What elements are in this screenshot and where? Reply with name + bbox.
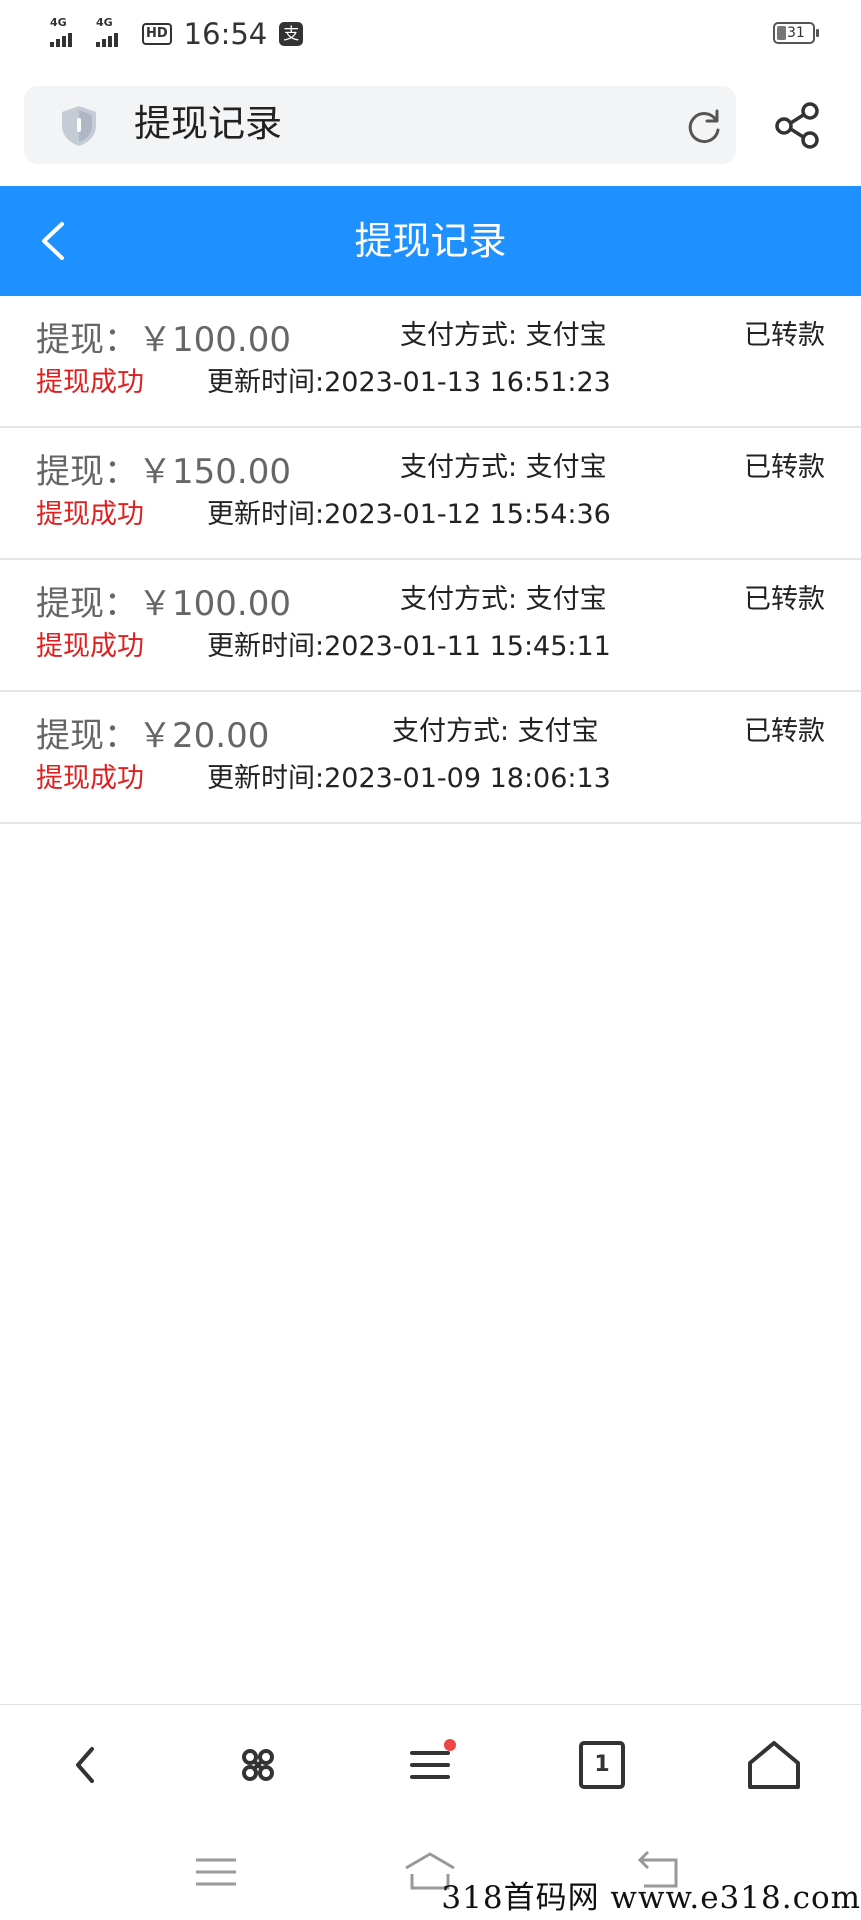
home-icon: [748, 1741, 800, 1789]
record-amount: 提现：￥150.00: [36, 452, 291, 492]
share-icon[interactable]: [772, 100, 822, 150]
withdrawal-record[interactable]: 提现：￥100.00 支付方式: 支付宝 已转款 提现成功 更新时间:2023-…: [0, 560, 861, 692]
hd-icon: HD: [142, 23, 172, 45]
watermark: 318首码网 www.e318.com: [441, 1880, 861, 1916]
page-title: 提现记录: [354, 219, 507, 263]
alipay-notification-icon: 支: [279, 22, 304, 46]
record-payment-method: 支付方式: 支付宝: [400, 320, 607, 351]
record-transfer-status: 已转款: [744, 584, 825, 615]
record-payment-method: 支付方式: 支付宝: [392, 716, 599, 747]
record-result: 提现成功: [36, 499, 144, 530]
record-payment-method: 支付方式: 支付宝: [400, 584, 607, 615]
signal-icon: 4G: [50, 17, 90, 51]
record-transfer-status: 已转款: [744, 452, 825, 483]
page-header: 提现记录: [0, 186, 861, 296]
record-transfer-status: 已转款: [744, 320, 825, 351]
withdrawal-record-list: 提现：￥100.00 支付方式: 支付宝 已转款 提现成功 更新时间:2023-…: [0, 296, 861, 824]
back-icon: [76, 1747, 94, 1783]
menu-icon: [410, 1751, 450, 1779]
record-amount: 提现：￥100.00: [36, 320, 291, 360]
address-bar[interactable]: 提现记录: [24, 86, 736, 164]
record-update-time: 更新时间:2023-01-13 16:51:23: [207, 367, 611, 398]
notification-dot: [444, 1739, 456, 1751]
clock: 16:54: [183, 17, 268, 51]
address-text[interactable]: 提现记录: [134, 102, 282, 146]
record-update-time: 更新时间:2023-01-11 15:45:11: [207, 631, 611, 662]
battery-level: 31: [787, 25, 805, 41]
signal-type-2: 4G: [96, 16, 113, 29]
record-payment-method: 支付方式: 支付宝: [400, 452, 607, 483]
record-result: 提现成功: [36, 631, 144, 662]
toolbar-menu-button[interactable]: [394, 1729, 466, 1801]
tab-count: 1: [594, 1752, 610, 1777]
record-update-time: 更新时间:2023-01-12 15:54:36: [207, 499, 611, 530]
record-update-time: 更新时间:2023-01-09 18:06:13: [207, 763, 611, 794]
withdrawal-record[interactable]: 提现：￥150.00 支付方式: 支付宝 已转款 提现成功 更新时间:2023-…: [0, 428, 861, 560]
status-left: 4G 4G HD 16:54 支: [50, 14, 304, 54]
status-bar: 4G 4G HD 16:54 支 31: [0, 0, 861, 68]
record-result: 提现成功: [36, 367, 144, 398]
battery-icon: 31: [773, 22, 819, 44]
withdrawal-record[interactable]: 提现：￥20.00 支付方式: 支付宝 已转款 提现成功 更新时间:2023-0…: [0, 692, 861, 824]
system-menu-icon: [196, 1858, 236, 1886]
record-amount: 提现：￥20.00: [36, 716, 270, 756]
refresh-icon[interactable]: [684, 106, 724, 146]
record-transfer-status: 已转款: [744, 716, 825, 747]
toolbar-home-button[interactable]: [738, 1729, 810, 1801]
system-menu-button[interactable]: [188, 1848, 244, 1896]
withdrawal-record[interactable]: 提现：￥100.00 支付方式: 支付宝 已转款 提现成功 更新时间:2023-…: [0, 296, 861, 428]
system-nav-bar: 318首码网 www.e318.com: [0, 1824, 861, 1920]
toolbar-tabs-button[interactable]: 1: [566, 1729, 638, 1801]
record-amount: 提现：￥100.00: [36, 584, 291, 624]
signal-icon-2: 4G: [96, 17, 136, 51]
shield-icon[interactable]: [58, 104, 100, 148]
signal-type: 4G: [50, 16, 67, 29]
browser-toolbar: 1: [0, 1704, 861, 1825]
toolbar-command-button[interactable]: [222, 1729, 294, 1801]
record-result: 提现成功: [36, 763, 144, 794]
toolbar-back-button[interactable]: [50, 1729, 122, 1801]
command-icon: [242, 1749, 274, 1781]
